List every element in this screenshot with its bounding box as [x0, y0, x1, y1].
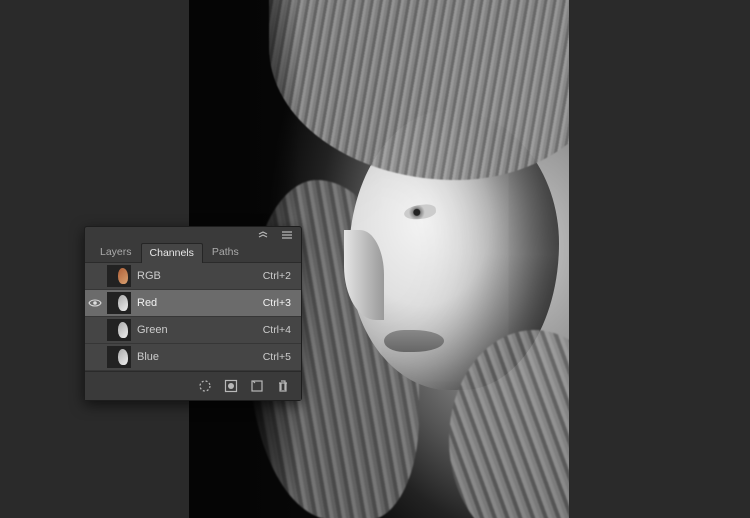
save-selection-as-channel-button[interactable]	[223, 378, 239, 394]
channel-shortcut: Ctrl+4	[263, 324, 301, 336]
channel-shortcut: Ctrl+5	[263, 351, 301, 363]
panel-menu-icon[interactable]	[279, 227, 295, 243]
visibility-toggle[interactable]	[85, 298, 105, 308]
channels-list: RGBCtrl+2RedCtrl+3GreenCtrl+4BlueCtrl+5	[85, 263, 301, 371]
delete-channel-button[interactable]	[275, 378, 291, 394]
channel-row-red[interactable]: RedCtrl+3	[85, 290, 301, 317]
channel-thumbnail	[107, 346, 131, 368]
tab-layers[interactable]: Layers	[91, 242, 141, 262]
panel-footer	[85, 371, 301, 400]
load-channel-as-selection-button[interactable]	[197, 378, 213, 394]
channel-thumbnail	[107, 292, 131, 314]
tab-channels[interactable]: Channels	[141, 243, 203, 263]
new-channel-button[interactable]	[249, 378, 265, 394]
eye-icon	[88, 298, 102, 308]
channel-row-blue[interactable]: BlueCtrl+5	[85, 344, 301, 371]
panel-header-controls	[85, 227, 301, 242]
panel-tabbar: LayersChannelsPaths	[85, 242, 301, 263]
collapse-panel-icon[interactable]	[255, 227, 271, 243]
channel-shortcut: Ctrl+3	[263, 297, 301, 309]
channel-name: Blue	[137, 351, 263, 363]
channel-row-green[interactable]: GreenCtrl+4	[85, 317, 301, 344]
tab-paths[interactable]: Paths	[203, 242, 248, 262]
channel-name: RGB	[137, 270, 263, 282]
channel-name: Red	[137, 297, 263, 309]
channels-panel: LayersChannelsPaths RGBCtrl+2RedCtrl+3Gr…	[84, 226, 302, 401]
channel-name: Green	[137, 324, 263, 336]
channel-shortcut: Ctrl+2	[263, 270, 301, 282]
channel-thumbnail	[107, 319, 131, 341]
channel-row-rgb[interactable]: RGBCtrl+2	[85, 263, 301, 290]
channel-thumbnail	[107, 265, 131, 287]
